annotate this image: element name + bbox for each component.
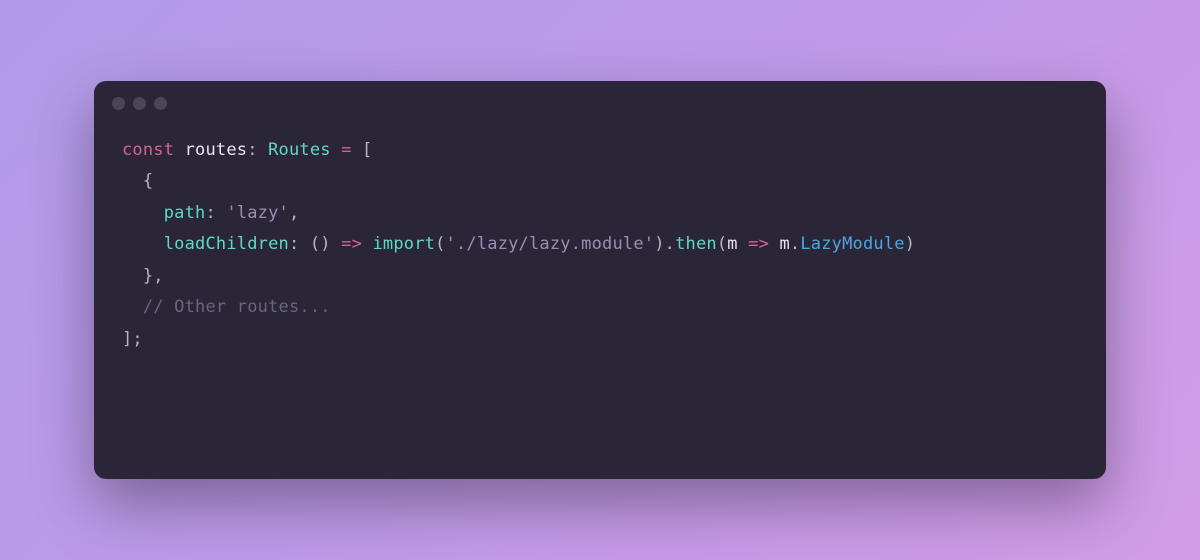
lparen: ( — [435, 234, 445, 254]
close-icon[interactable] — [112, 97, 125, 110]
parens: () — [310, 234, 341, 254]
keyword-const: const — [122, 140, 174, 160]
indent — [122, 234, 164, 254]
indent — [122, 297, 143, 317]
code-content: const routes: Routes = [ { path: 'lazy',… — [94, 125, 1106, 383]
code-line-3: path: 'lazy', — [122, 198, 1078, 229]
arrow: => — [341, 234, 362, 254]
dot: . — [665, 234, 675, 254]
lparen2: ( — [717, 234, 727, 254]
indent — [122, 171, 143, 191]
code-line-5: }, — [122, 261, 1078, 292]
code-line-4: loadChildren: () => import('./lazy/lazy.… — [122, 229, 1078, 260]
comma: , — [289, 203, 299, 223]
class-lazymodule: LazyModule — [800, 234, 904, 254]
colon: : — [206, 203, 227, 223]
brace-open: { — [143, 171, 153, 191]
param-m2: m — [769, 234, 790, 254]
bracket-open: [ — [362, 140, 372, 160]
call-then: then — [675, 234, 717, 254]
brace-close: }, — [143, 266, 164, 286]
string-lazy: 'lazy' — [226, 203, 289, 223]
param-m: m — [727, 234, 748, 254]
indent — [122, 203, 164, 223]
comment: // Other routes... — [143, 297, 331, 317]
string-module: './lazy/lazy.module' — [446, 234, 655, 254]
var-routes: routes — [174, 140, 247, 160]
code-line-2: { — [122, 166, 1078, 197]
prop-loadchildren: loadChildren — [164, 234, 289, 254]
rparen: ) — [654, 234, 664, 254]
code-line-1: const routes: Routes = [ — [122, 135, 1078, 166]
maximize-icon[interactable] — [154, 97, 167, 110]
equals: = — [331, 140, 362, 160]
arrow2: => — [748, 234, 769, 254]
space — [362, 234, 372, 254]
minimize-icon[interactable] — [133, 97, 146, 110]
rparen2: ) — [905, 234, 915, 254]
prop-path: path — [164, 203, 206, 223]
code-line-7: ]; — [122, 324, 1078, 355]
dot2: . — [790, 234, 800, 254]
colon: : — [289, 234, 310, 254]
indent — [122, 266, 143, 286]
type-routes: Routes — [268, 140, 331, 160]
code-line-6: // Other routes... — [122, 292, 1078, 323]
bracket-close: ]; — [122, 329, 143, 349]
keyword-import: import — [372, 234, 435, 254]
colon: : — [247, 140, 268, 160]
window-titlebar — [94, 81, 1106, 125]
code-window: const routes: Routes = [ { path: 'lazy',… — [94, 81, 1106, 479]
